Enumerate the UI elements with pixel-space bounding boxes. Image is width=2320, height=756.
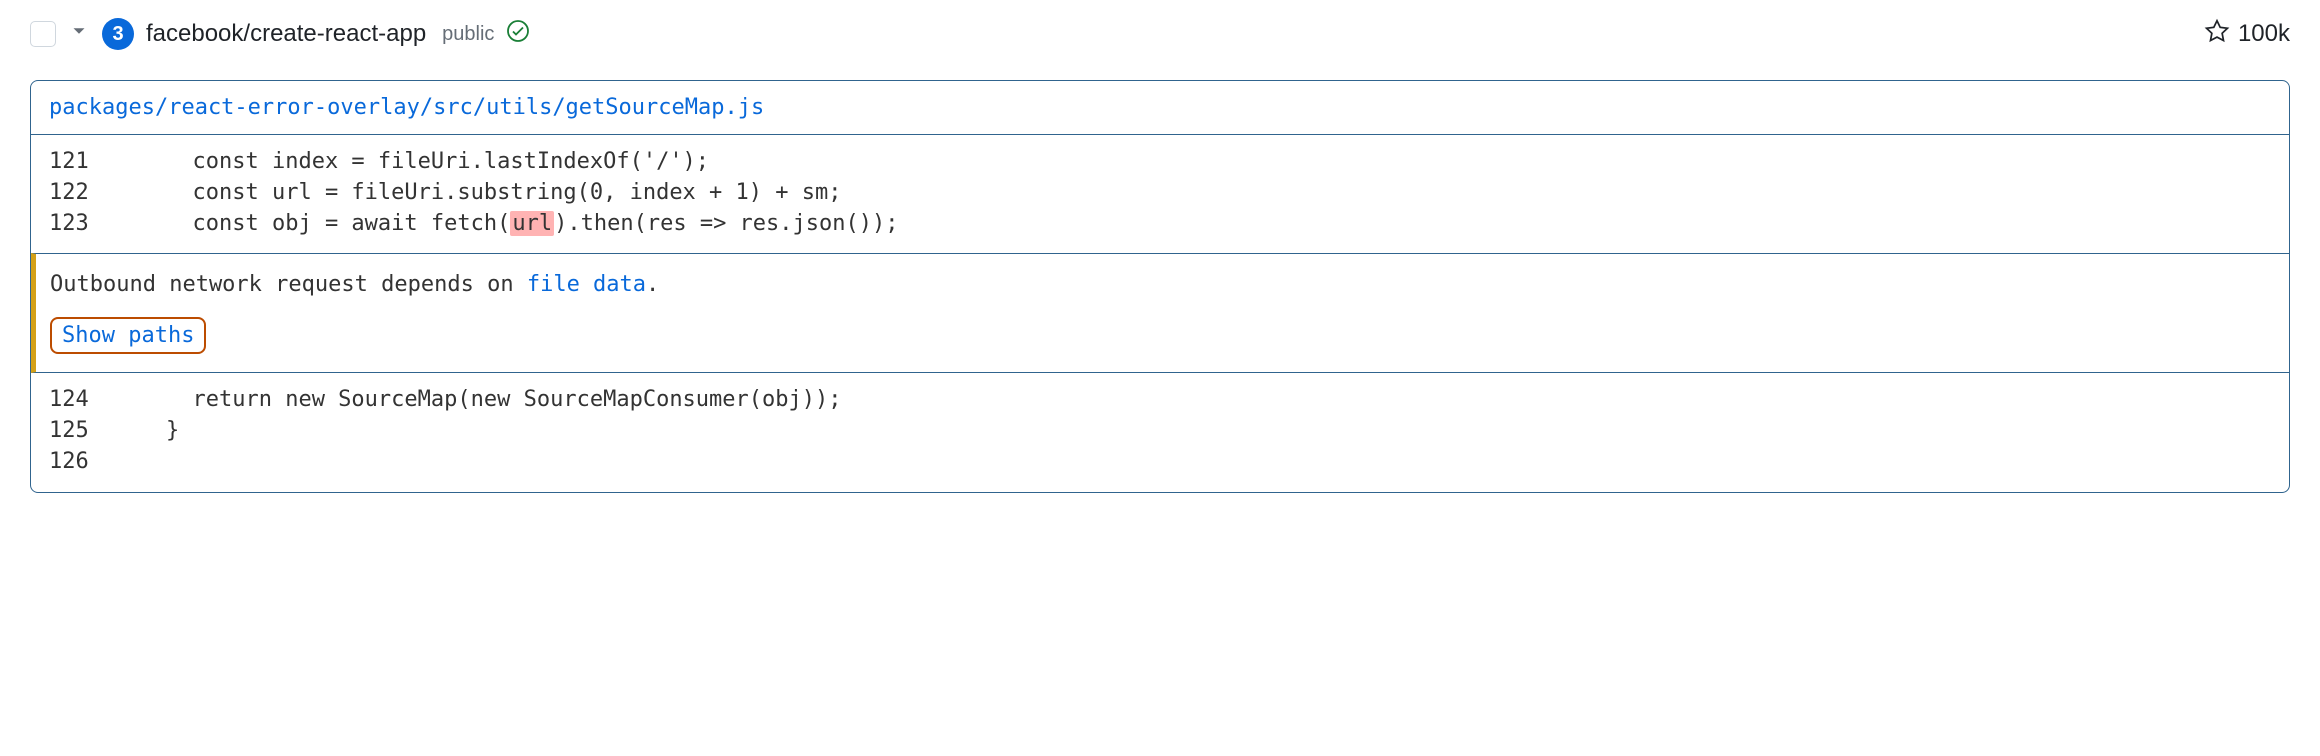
code-line: 126 — [31, 447, 2289, 478]
verified-check-icon — [506, 19, 530, 49]
line-content: return new SourceMap(new SourceMapConsum… — [166, 385, 2289, 416]
code-block-top: 121 const index = fileUri.lastIndexOf('/… — [31, 135, 2289, 253]
code-line: 125} — [31, 416, 2289, 447]
show-paths-button[interactable]: Show paths — [50, 317, 206, 354]
code-line: 124 return new SourceMap(new SourceMapCo… — [31, 385, 2289, 416]
alert-link[interactable]: file data — [527, 272, 646, 297]
line-content: const index = fileUri.lastIndexOf('/'); — [166, 147, 2289, 178]
result-header: 3 facebook/create-react-app public 100k — [30, 10, 2290, 80]
line-number: 122 — [31, 178, 121, 209]
star-count: 100k — [2238, 20, 2290, 48]
repo-name[interactable]: facebook/create-react-app — [146, 20, 426, 48]
highlighted-token: url — [510, 211, 554, 236]
code-block-bottom: 124 return new SourceMap(new SourceMapCo… — [31, 373, 2289, 491]
visibility-label: public — [442, 23, 494, 46]
code-line: 121 const index = fileUri.lastIndexOf('/… — [31, 147, 2289, 178]
line-number: 124 — [31, 385, 121, 416]
code-result-panel: packages/react-error-overlay/src/utils/g… — [30, 80, 2290, 493]
line-content: const url = fileUri.substring(0, index +… — [166, 178, 2289, 209]
line-number: 121 — [31, 147, 121, 178]
line-number: 125 — [31, 416, 121, 447]
line-number: 126 — [31, 447, 121, 478]
select-checkbox[interactable] — [30, 21, 56, 47]
line-content: const obj = await fetch(url).then(res =>… — [166, 209, 2289, 240]
code-line: 122 const url = fileUri.substring(0, ind… — [31, 178, 2289, 209]
alert-block: Outbound network request depends on file… — [31, 253, 2289, 373]
line-content: } — [166, 416, 2289, 447]
star-section[interactable]: 100k — [2204, 18, 2290, 50]
alert-count-badge: 3 — [102, 18, 134, 50]
star-icon — [2204, 18, 2230, 50]
file-path-link[interactable]: packages/react-error-overlay/src/utils/g… — [31, 81, 2289, 135]
alert-message: Outbound network request depends on file… — [50, 272, 2275, 297]
code-line: 123 const obj = await fetch(url).then(re… — [31, 209, 2289, 240]
chevron-down-icon[interactable] — [68, 20, 90, 48]
line-number: 123 — [31, 209, 121, 240]
line-content — [166, 447, 2289, 478]
